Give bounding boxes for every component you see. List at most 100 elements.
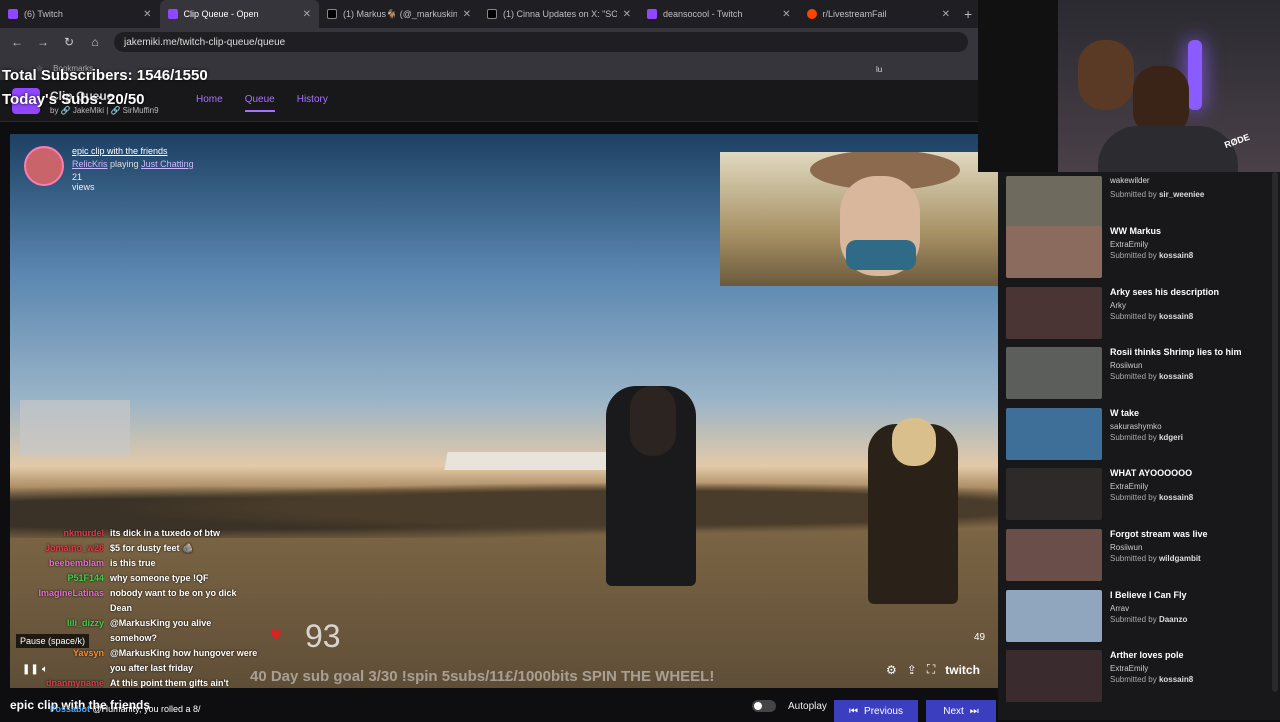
chat-username: Jomaino_w28 [44,543,104,553]
queue-item-channel: ExtraEmily [1110,664,1149,673]
url-field[interactable]: jakemiki.me/twitch-clip-queue/queue [114,32,968,52]
queue-item[interactable]: WHAT AYOOOOOO ExtraEmily Submitted by koss… [1006,464,1276,520]
streamer-webcam: RØDE [978,0,1280,172]
previous-icon: ⏮ [849,705,859,717]
chat-message: is this true [110,558,156,568]
queue-item[interactable]: Forgot stream was live Rosiiwun Submitted … [1006,525,1276,581]
home-icon[interactable]: ⌂ [88,35,102,49]
queue-item-title: Forgot stream was live [1110,529,1208,539]
playing-text: playing [110,159,139,169]
queue-item[interactable]: Rosii thinks Shrimp lies to him Rosiiwun S… [1006,343,1276,399]
chat-line: nkmurdel its dick in a tuxedo of btw [10,526,260,541]
clip-channel-link[interactable]: RelicKris [72,159,108,169]
autoplay-toggle[interactable] [752,700,776,712]
close-icon[interactable]: ✕ [942,9,950,20]
clip-views: 21 views [72,172,95,192]
sub-goal-ticker: 40 Day sub goal 3/30 !spin 5subs/11£/100… [250,668,715,685]
previous-label: Previous [864,705,903,717]
chat-message: @Humanity, you rolled a 8/ [92,704,201,714]
next-button[interactable]: Next ⏭ [926,700,996,722]
browser-tab-bar: (6) Twitch ✕ Clip Queue - Open ✕ (1) Marku… [0,0,978,28]
queue-item[interactable]: wakewilder Submitted by sir_weeniee [1006,172,1276,228]
queue-scrollbar[interactable] [1272,172,1278,692]
close-icon[interactable]: ✕ [623,9,631,20]
queue-item[interactable]: I Believe I Can Fly Arrav Submitted by Daa… [1006,586,1276,642]
queue-thumbnail [1006,408,1102,460]
twitch-logo[interactable]: twitch [945,663,980,677]
queue-item[interactable]: WW Markus ExtraEmily Submitted by kossain8 [1006,222,1276,278]
chat-username: Fossabot [50,704,91,714]
autoplay-control: Autoplay [752,700,827,712]
webcam-streamer-body [1098,126,1238,172]
queue-item-channel: Rosiiwun [1110,361,1143,370]
video-shelter [20,400,130,455]
volume-icon[interactable]: 🔈︎ [42,664,48,675]
url-text: jakemiki.me/twitch-clip-queue/queue [124,36,286,48]
queue-item-title: wakewilder [1110,176,1150,185]
queue-item-submitted: Submitted by Daanzo [1110,615,1188,624]
reload-icon[interactable]: ↻ [62,35,76,49]
back-arrow-icon[interactable]: ← [10,35,24,49]
queue-item-submitted: Submitted by kdgeri [1110,433,1183,442]
broadcaster-avatar[interactable] [24,146,64,186]
twitch-favicon-icon [8,9,18,19]
clip-facecam [720,152,998,286]
forward-arrow-icon[interactable]: → [36,35,50,49]
queue-thumbnail [1006,529,1102,581]
queue-item-title: WW Markus [1110,226,1162,236]
clip-game-link[interactable]: Just Chatting [141,159,194,169]
queue-item[interactable]: Arky sees his description Arky Submitted b… [1006,283,1276,339]
browser-tab-active[interactable]: Clip Queue - Open ✕ [159,0,320,28]
tab-title: (1) Markus🐐 (@_markusking) / X [343,8,457,19]
clip-queue-favicon-icon [167,9,178,19]
close-icon[interactable]: ✕ [303,9,311,20]
x-favicon-icon [327,9,338,19]
chat-message: its dick in a tuxedo of btw [110,528,221,538]
close-icon[interactable]: ✕ [782,9,790,20]
reddit-favicon-icon [806,9,817,19]
fullscreen-icon[interactable]: ⛶ [927,662,935,677]
next-icon: ⏭ [969,705,979,717]
settings-gear-icon[interactable]: ⚙ [886,663,897,677]
browser-tab[interactable]: deansocool - Twitch ✕ [639,0,799,28]
total-subscribers-text: Total Subscribers: 1546/1550 [2,67,208,84]
queue-item[interactable]: W take sakurashymko Submitted by kdgeri [1006,404,1276,460]
pause-icon[interactable]: ❚❚ [22,664,39,675]
nav-history[interactable]: History [297,94,328,112]
today-subs-text: Today's Subs: 20/50 [2,91,145,108]
queue-item-title: Arky sees his description [1110,287,1220,297]
browser-tab[interactable]: (6) Twitch ✕ [0,0,160,28]
queue-item-submitted: Submitted by wildgambit [1110,554,1201,563]
bookmark-search-text[interactable]: lu [876,65,882,74]
close-icon[interactable]: ✕ [463,9,471,20]
queue-thumbnail [1006,176,1102,228]
queue-item-submitted: Submitted by kossain8 [1110,251,1194,260]
previous-button[interactable]: ⏮ Previous [834,700,918,722]
queue-item[interactable]: Arther loves pole ExtraEmily Submitted by … [1006,646,1276,702]
nav-queue[interactable]: Queue [244,94,275,112]
browser-tab[interactable]: (1) Markus🐐 (@_markusking) / X ✕ [319,0,479,28]
clip-title[interactable]: epic clip with the friends [72,146,168,156]
queue-item-submitted: Submitted by kossain8 [1110,675,1194,684]
clip-queue-list: wakewilder Submitted by sir_weeniee WW Ma… [998,172,1280,720]
browser-tab[interactable]: (1) Cinna Updates on X: "SON... ✕ [479,0,639,28]
video-person-hair [630,386,676,456]
queue-item-submitted: Submitted by sir_weeniee [1110,190,1205,199]
queue-item-submitted: Submitted by kossain8 [1110,312,1194,321]
new-tab-icon[interactable]: + [958,6,978,22]
chat-message: @MarkusKing you alive somehow? [110,618,212,643]
chat-message: $5 for dusty feet 🪨 [110,543,194,553]
webcam-plush-bear [1078,40,1134,110]
queue-item-title: Rosii thinks Shrimp lies to him [1110,347,1242,357]
share-icon[interactable]: ⇪ [907,663,917,677]
chat-username: beebemblam [48,558,104,568]
browser-tab[interactable]: r/LivestreamFail ✕ [799,0,959,28]
next-label: Next [943,705,964,717]
video-person-hair [892,418,936,466]
autoplay-label: Autoplay [788,700,827,712]
queue-item-title: Arther loves pole [1110,650,1184,660]
tab-title: deansocool - Twitch [663,9,743,19]
close-icon[interactable]: ✕ [143,9,151,20]
clip-meta: RelicKris playing Just Chatting [72,159,194,169]
chat-line: Jomaino_w28 $5 for dusty feet 🪨 [10,541,260,556]
